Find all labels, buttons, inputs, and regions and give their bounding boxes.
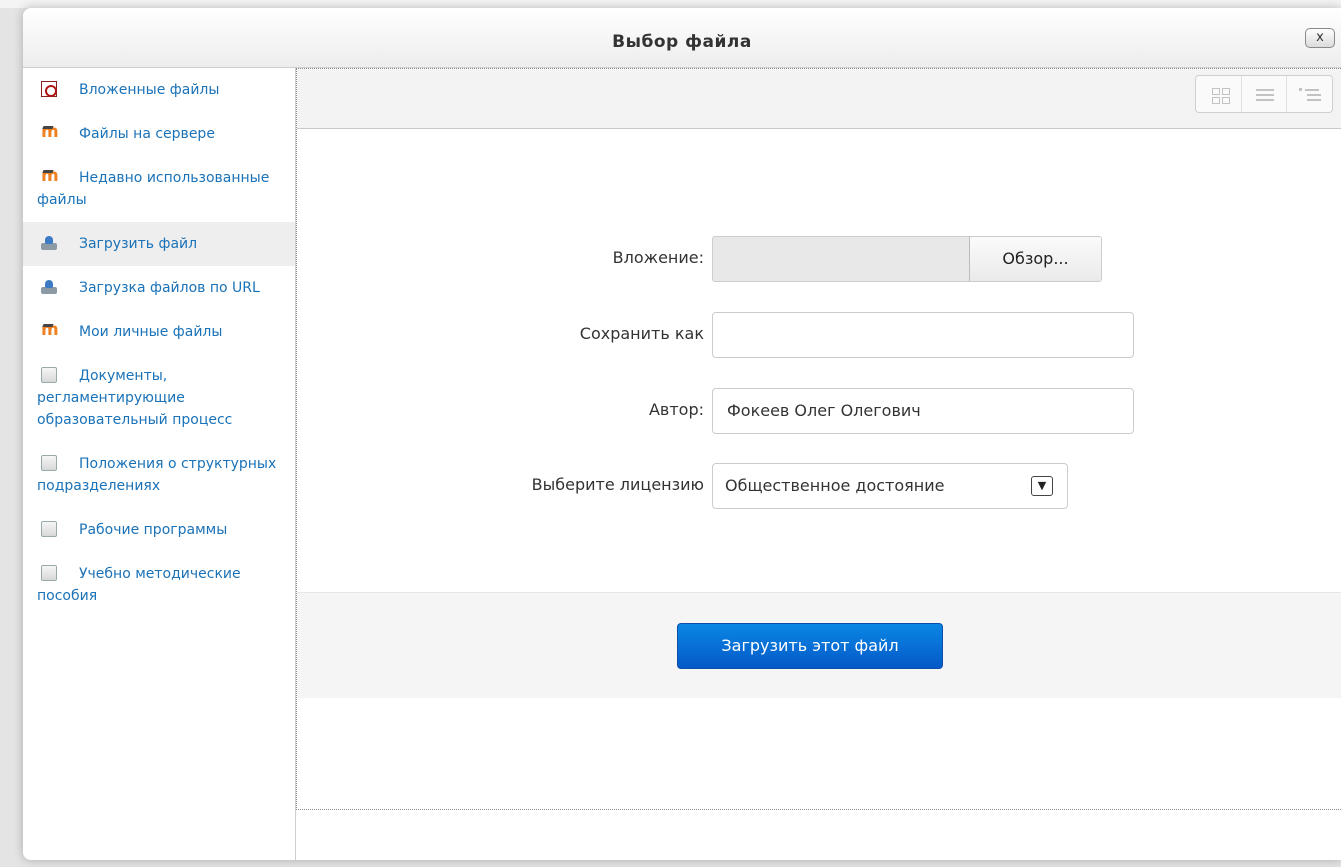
background-strip bbox=[0, 0, 1341, 8]
repository-sidebar: Вложенные файлы Файлы на сервере Недавно… bbox=[23, 68, 296, 860]
submit-area: Загрузить этот файл bbox=[297, 592, 1341, 698]
license-select[interactable]: Общественное достояние ▼ bbox=[712, 463, 1068, 509]
sidebar-item-label: Мои личные файлы bbox=[79, 324, 223, 340]
upload-icon bbox=[41, 235, 57, 251]
sidebar-item-label: Вложенные файлы bbox=[79, 82, 220, 98]
sidebar-item-url-download[interactable]: Загрузка файлов по URL bbox=[23, 266, 295, 310]
sidebar-item-regulations[interactable]: Документы, регламентирующие образователь… bbox=[23, 354, 295, 442]
view-toolbar bbox=[297, 69, 1341, 129]
sidebar-item-work-programs[interactable]: Рабочие программы bbox=[23, 508, 295, 552]
upload-icon bbox=[41, 279, 57, 295]
repository-icon bbox=[41, 367, 57, 383]
sidebar-item-label: Документы, регламентирующие образователь… bbox=[37, 368, 233, 428]
repository-icon bbox=[41, 521, 57, 537]
dialog-title: Выбор файла bbox=[612, 32, 752, 52]
author-row: Автор: Фокеев Олег Олегович bbox=[297, 388, 1341, 434]
moodle-icon bbox=[41, 165, 59, 187]
saveas-input[interactable] bbox=[712, 312, 1134, 358]
sidebar-item-label: Рабочие программы bbox=[79, 522, 228, 538]
sidebar-item-label: Учебно методические пособия bbox=[37, 566, 241, 604]
sidebar-item-divisions[interactable]: Положения о структурных подразделениях bbox=[23, 442, 295, 508]
content-frame: Вложение: Обзор... Сохранить как Автор: … bbox=[296, 68, 1341, 810]
list-view-icon[interactable] bbox=[1242, 76, 1288, 112]
license-selected-value: Общественное достояние bbox=[725, 476, 945, 495]
upload-file-button[interactable]: Загрузить этот файл bbox=[677, 623, 943, 669]
sidebar-item-recent-files[interactable]: Недавно использованные файлы bbox=[23, 156, 295, 222]
sidebar-item-label: Загрузка файлов по URL bbox=[79, 280, 260, 296]
view-switcher bbox=[1195, 75, 1333, 113]
grid-view-icon[interactable] bbox=[1196, 76, 1242, 112]
file-input[interactable]: Обзор... bbox=[712, 236, 1102, 282]
chevron-down-icon: ▼ bbox=[1031, 476, 1053, 496]
sidebar-item-label: Положения о структурных подразделениях bbox=[37, 456, 277, 494]
close-button[interactable]: x bbox=[1305, 28, 1335, 48]
saveas-row: Сохранить как bbox=[297, 312, 1341, 358]
moodle-icon bbox=[41, 121, 59, 143]
sidebar-item-upload-file[interactable]: Загрузить файл bbox=[23, 222, 295, 266]
license-label: Выберите лицензию bbox=[531, 475, 704, 494]
sidebar-item-label: Недавно использованные файлы bbox=[37, 170, 270, 208]
sidebar-item-private-files[interactable]: Мои личные файлы bbox=[23, 310, 295, 354]
license-row: Выберите лицензию Общественное достояние… bbox=[297, 463, 1341, 509]
sidebar-item-label: Загрузить файл bbox=[79, 236, 198, 252]
repository-icon bbox=[41, 565, 57, 581]
sidebar-item-teaching-aids[interactable]: Учебно методические пособия bbox=[23, 552, 295, 618]
pdf-icon bbox=[41, 81, 57, 97]
repository-icon bbox=[41, 455, 57, 471]
file-picker-dialog: Выбор файла x Вложенные файлы Файлы на с… bbox=[23, 8, 1341, 860]
author-input[interactable]: Фокеев Олег Олегович bbox=[712, 388, 1134, 434]
dialog-header: Выбор файла x bbox=[23, 8, 1341, 68]
attachment-row: Вложение: Обзор... bbox=[297, 236, 1341, 282]
sidebar-item-label: Файлы на сервере bbox=[79, 126, 215, 142]
sidebar-item-attached-files[interactable]: Вложенные файлы bbox=[23, 68, 295, 112]
sidebar-item-server-files[interactable]: Файлы на сервере bbox=[23, 112, 295, 156]
saveas-label: Сохранить как bbox=[579, 324, 704, 343]
author-label: Автор: bbox=[648, 400, 704, 419]
browse-button[interactable]: Обзор... bbox=[969, 237, 1101, 281]
moodle-icon bbox=[41, 319, 59, 341]
upload-panel: Вложение: Обзор... Сохранить как Автор: … bbox=[296, 68, 1341, 860]
attachment-label: Вложение: bbox=[612, 248, 704, 267]
tree-view-icon[interactable] bbox=[1287, 76, 1332, 112]
